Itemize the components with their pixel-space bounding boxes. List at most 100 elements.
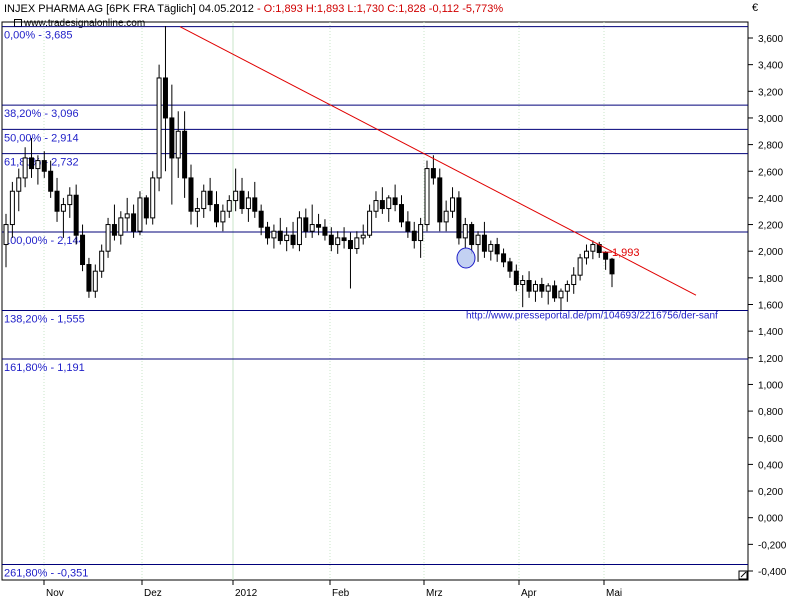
candle-body <box>118 217 124 236</box>
candle-body <box>182 130 188 179</box>
candle-body <box>29 157 35 170</box>
candle-body <box>9 190 15 226</box>
candle-body <box>175 130 181 159</box>
last-price-label: 1,993 <box>612 247 640 259</box>
x-tick-label: Dez <box>144 588 162 599</box>
y-tick-label: 3,400 <box>758 61 783 72</box>
candle-body <box>411 230 417 242</box>
candle-body <box>405 221 411 232</box>
candle-body <box>386 197 392 210</box>
candle-body <box>201 190 207 210</box>
y-tick-label: 2,600 <box>758 167 783 178</box>
candle-body <box>258 210 264 228</box>
candle-body <box>143 197 149 219</box>
candle-body <box>545 285 551 292</box>
candle-body <box>245 197 251 210</box>
candle-body <box>35 160 41 170</box>
candle-body <box>271 230 277 239</box>
candle-body <box>328 234 334 246</box>
candle-body <box>60 204 66 212</box>
candle-body <box>354 237 360 250</box>
candle-body <box>539 284 545 292</box>
candle-body <box>322 226 328 236</box>
candle-body <box>233 190 239 202</box>
candle-body <box>481 234 487 252</box>
x-tick-label: Nov <box>46 588 64 599</box>
price-chart: 0,00% - 3,685 38,20% - 3,096 50,00% - 2,91… <box>1 21 787 599</box>
candle-body <box>552 285 558 299</box>
candle-body <box>239 190 245 210</box>
candle-body <box>494 244 500 255</box>
y-tick-label: 0,800 <box>758 407 783 418</box>
candle-body <box>430 168 436 179</box>
candle-body <box>220 210 226 223</box>
candle-body <box>252 197 258 212</box>
candle-body <box>3 224 9 246</box>
candle-body <box>284 234 290 242</box>
y-tick-label: 2,800 <box>758 141 783 152</box>
y-tick-label: 1,800 <box>758 274 783 285</box>
candle-body <box>316 224 322 228</box>
candle-body <box>456 197 462 239</box>
candle-body <box>443 210 449 223</box>
candle-body <box>303 217 309 232</box>
y-tick-label: 2,000 <box>758 247 783 258</box>
fib-level-label: 61,80% - 2,732 <box>4 157 79 169</box>
y-tick-label: 3,000 <box>758 114 783 125</box>
candle-body <box>265 226 271 239</box>
fib-level-label: 50,00% - 2,914 <box>4 132 79 144</box>
y-tick-label: -0,200 <box>758 540 787 551</box>
y-tick-label: 0,200 <box>758 487 783 498</box>
candle-body <box>73 194 79 236</box>
candle-body <box>41 160 47 172</box>
candle-body <box>309 224 315 232</box>
fib-level-label: 38,20% - 3,096 <box>4 108 79 120</box>
candle-body <box>347 240 353 250</box>
candle-body <box>137 197 143 232</box>
candle-body <box>124 213 130 219</box>
candle-body <box>558 290 564 299</box>
candle-body <box>603 252 609 260</box>
candle-body <box>590 244 596 252</box>
y-tick-label: 1,600 <box>758 301 783 312</box>
candle-body <box>169 117 175 159</box>
fib-level-label: 138,20% - 1,555 <box>4 313 85 325</box>
candle-body <box>571 274 577 286</box>
candle-body <box>392 197 398 206</box>
candle-body <box>22 157 28 179</box>
candle-body <box>16 177 22 192</box>
candle-body <box>341 237 347 242</box>
fib-level-label: 161,80% - 1,191 <box>4 362 85 374</box>
candle-body <box>520 280 526 286</box>
y-tick-label: 0,000 <box>758 514 783 525</box>
candle-body <box>583 250 589 259</box>
candle-body <box>469 224 475 246</box>
candle-body <box>150 177 156 219</box>
candle-body <box>290 234 296 246</box>
candle-body <box>277 230 283 242</box>
y-tick-label: 1,200 <box>758 354 783 365</box>
candle-body <box>564 284 570 292</box>
candle-body <box>526 280 532 292</box>
candle-body <box>207 190 213 206</box>
candle-body <box>188 177 194 212</box>
y-tick-label: 2,200 <box>758 221 783 232</box>
candle-body <box>86 264 92 292</box>
x-tick-label: 2012 <box>235 588 258 599</box>
y-tick-label: 3,600 <box>758 34 783 45</box>
candle-body <box>214 204 220 223</box>
candle-body <box>156 77 162 179</box>
y-tick-label: 0,400 <box>758 460 783 471</box>
candle-body <box>609 258 615 275</box>
candle-body <box>80 234 86 266</box>
candle-body <box>398 204 404 223</box>
candle-body <box>194 208 200 212</box>
candle-body <box>424 168 430 226</box>
fib-level-label: 261,80% - -0,351 <box>4 567 88 579</box>
candle-body <box>577 257 583 276</box>
candle-body <box>379 200 385 210</box>
candle-body <box>501 253 507 263</box>
candle-body <box>296 217 302 246</box>
y-tick-label: 1,400 <box>758 327 783 338</box>
candle-body <box>367 210 373 236</box>
